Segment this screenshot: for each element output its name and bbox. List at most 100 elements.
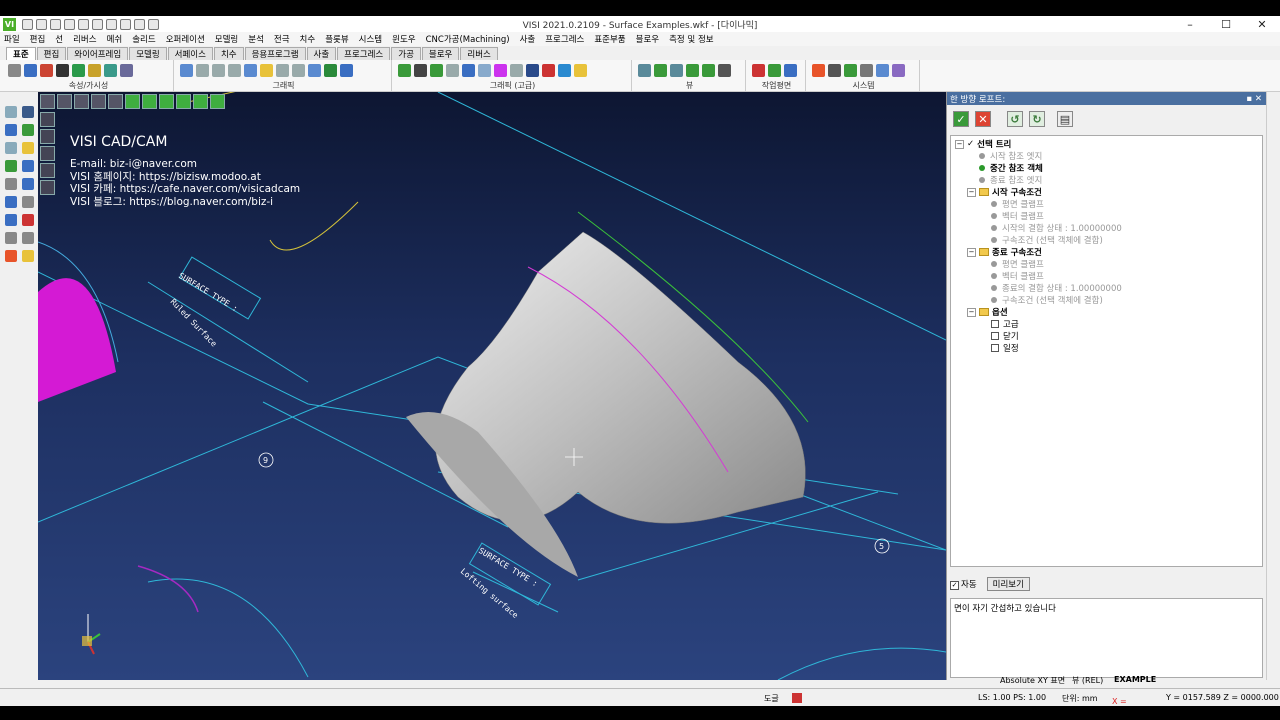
menu-measure-info[interactable]: 측정 및 정보 xyxy=(669,33,714,45)
menu-injection[interactable]: 사출 xyxy=(520,33,536,45)
menu-solid[interactable]: 솔리드 xyxy=(132,33,155,45)
cut-icon[interactable] xyxy=(22,106,34,118)
brush-icon[interactable] xyxy=(8,64,21,77)
view-label[interactable]: 뷰 (REL) xyxy=(1072,675,1103,686)
option-uniform[interactable]: 일정 xyxy=(955,342,1258,354)
checkbox[interactable] xyxy=(991,320,999,328)
tab-injection[interactable]: 사출 xyxy=(306,47,337,60)
tube-icon[interactable] xyxy=(510,64,523,77)
tab-surface[interactable]: 서페이스 xyxy=(167,47,213,60)
auto-checkbox[interactable]: ✓ 자동 xyxy=(950,578,977,590)
layer-icon[interactable] xyxy=(56,64,69,77)
tree-item[interactable]: 평면 클램프 xyxy=(955,198,1258,210)
orbit-icon[interactable] xyxy=(702,64,715,77)
palette-icon[interactable] xyxy=(24,64,37,77)
curve-icon[interactable] xyxy=(494,64,507,77)
globe-icon[interactable] xyxy=(106,18,117,30)
rotate-obj-icon[interactable] xyxy=(5,196,17,208)
tab-reverse[interactable]: 리버스 xyxy=(460,47,498,60)
menu-file[interactable]: 파일 xyxy=(4,33,20,45)
panel-pin-icon[interactable]: ▪ ✕ xyxy=(1246,94,1262,104)
undo-icon[interactable] xyxy=(120,18,131,30)
tab-applications[interactable]: 응용프로그램 xyxy=(244,47,306,60)
menu-blow[interactable]: 블로우 xyxy=(636,33,659,45)
texture-icon[interactable] xyxy=(324,64,337,77)
menu-system[interactable]: 시스템 xyxy=(359,33,382,45)
rotate-icon[interactable] xyxy=(686,64,699,77)
show-icon[interactable] xyxy=(72,64,85,77)
windows-icon[interactable] xyxy=(812,64,825,77)
maximize-button[interactable]: ☐ xyxy=(1208,16,1244,32)
tree-item[interactable]: 벡터 클램프 xyxy=(955,270,1258,282)
filter-icon[interactable] xyxy=(120,64,133,77)
group-icon[interactable] xyxy=(22,250,34,262)
eraser-icon[interactable] xyxy=(892,64,905,77)
menu-plotview[interactable]: 플롯뷰 xyxy=(325,33,348,45)
cube-front-icon[interactable] xyxy=(108,94,123,109)
plane-icon[interactable] xyxy=(768,64,781,77)
tree-node[interactable]: − 옵션 xyxy=(955,306,1258,318)
menu-line[interactable]: 선 xyxy=(55,33,63,45)
menu-icon[interactable] xyxy=(40,94,55,109)
check-icon[interactable] xyxy=(22,142,34,154)
fit-icon[interactable] xyxy=(670,64,683,77)
highlight-icon[interactable] xyxy=(260,64,273,77)
option-close[interactable]: 닫기 xyxy=(955,330,1258,342)
tree-item[interactable]: 평면 클램프 xyxy=(955,258,1258,270)
layer-label[interactable]: EXAMPLE xyxy=(1114,675,1156,684)
section-icon[interactable] xyxy=(308,64,321,77)
visibility-icon[interactable] xyxy=(104,64,117,77)
ok-button[interactable]: ✓ xyxy=(953,111,969,127)
expand-icon[interactable]: − xyxy=(967,307,976,317)
attribute-icon[interactable] xyxy=(40,64,53,77)
zoom-icon[interactable] xyxy=(638,64,651,77)
copy-icon[interactable] xyxy=(5,142,17,154)
menu-cnc[interactable]: CNC가공(Machining) xyxy=(426,33,510,45)
tree-item[interactable]: 벡터 클램프 xyxy=(955,210,1258,222)
menu-edit[interactable]: 편집 xyxy=(30,33,46,45)
select-icon[interactable] xyxy=(5,106,17,118)
disk-icon[interactable] xyxy=(574,64,587,77)
join-icon[interactable] xyxy=(22,232,34,244)
expand-icon[interactable]: − xyxy=(967,187,976,197)
menu-reverse[interactable]: 리버스 xyxy=(73,33,96,45)
save-icon[interactable] xyxy=(64,18,75,30)
cube-left-icon[interactable] xyxy=(159,94,174,109)
new-file-icon[interactable] xyxy=(22,18,33,30)
sys-globe-icon[interactable] xyxy=(844,64,857,77)
cube-back-icon[interactable] xyxy=(176,94,191,109)
tree-item[interactable]: 시작의 결합 상태 : 1.00000000 xyxy=(955,222,1258,234)
menu-standard-parts[interactable]: 표준부품 xyxy=(594,33,625,45)
hidden-line-icon[interactable] xyxy=(276,64,289,77)
tab-progress[interactable]: 프로그레스 xyxy=(337,47,391,60)
camera-icon[interactable] xyxy=(718,64,731,77)
light-icon[interactable] xyxy=(340,64,353,77)
minimize-button[interactable]: – xyxy=(1172,16,1208,32)
wire-icon[interactable] xyxy=(228,64,241,77)
recent-icon[interactable] xyxy=(148,18,159,30)
array-icon[interactable] xyxy=(22,196,34,208)
menu-electrode[interactable]: 전극 xyxy=(274,33,290,45)
scale-icon[interactable] xyxy=(5,178,17,190)
3d-viewport[interactable]: SURFACE TYPE : Ruled Surface SURFACE TYP… xyxy=(38,92,946,680)
open-file-icon[interactable] xyxy=(36,18,47,30)
cylinder-view-icon[interactable] xyxy=(40,112,55,127)
menu-mesh[interactable]: 메쉬 xyxy=(107,33,123,45)
mirror-icon[interactable] xyxy=(22,160,34,172)
hide-icon[interactable] xyxy=(88,64,101,77)
cylinder-shade-icon[interactable] xyxy=(40,129,55,144)
pointer-icon[interactable] xyxy=(74,94,89,109)
settings-icon[interactable] xyxy=(860,64,873,77)
pan-icon[interactable] xyxy=(654,64,667,77)
menu-window[interactable]: 윈도우 xyxy=(392,33,415,45)
white-square-icon[interactable] xyxy=(57,94,72,109)
tree-item[interactable]: 시작 참조 엣지 xyxy=(955,150,1258,162)
chart-icon[interactable] xyxy=(876,64,889,77)
grid-icon[interactable] xyxy=(398,64,411,77)
reset-icon[interactable]: ↻ xyxy=(1029,111,1045,127)
render-icon[interactable] xyxy=(244,64,257,77)
align-icon[interactable] xyxy=(22,214,34,226)
cube-iso-icon[interactable] xyxy=(210,94,225,109)
origin-icon[interactable] xyxy=(784,64,797,77)
expand-icon[interactable]: − xyxy=(967,247,976,257)
